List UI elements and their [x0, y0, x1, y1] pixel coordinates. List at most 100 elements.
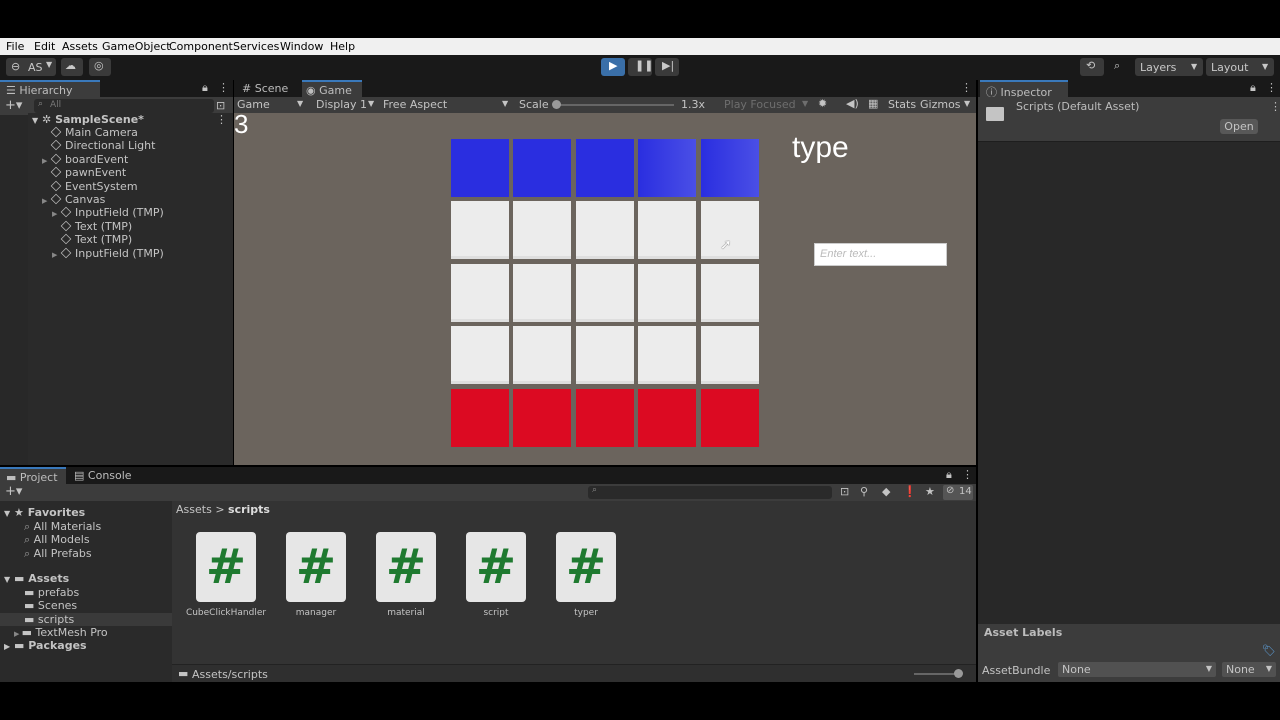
- hierarchy-item[interactable]: ▶ InputField (TMP): [52, 247, 164, 260]
- menu-file[interactable]: File: [6, 40, 24, 53]
- csharp-script-icon[interactable]: #: [286, 532, 346, 602]
- asset-folder-item[interactable]: ▬ prefabs: [0, 586, 172, 599]
- favorite-item[interactable]: ⌕ All Materials: [24, 520, 101, 534]
- csharp-script-icon[interactable]: #: [556, 532, 616, 602]
- csharp-script-icon[interactable]: #: [466, 532, 526, 602]
- script-file-label[interactable]: material: [361, 608, 451, 618]
- aspect-dropdown[interactable]: Free Aspect: [383, 98, 447, 111]
- variant-dropdown[interactable]: None ▼: [1222, 662, 1276, 677]
- warning-filter-icon[interactable]: ❗: [903, 485, 917, 498]
- search-button[interactable]: ⌕: [1108, 58, 1132, 76]
- scale-slider[interactable]: [552, 100, 674, 109]
- favorites-section[interactable]: ▼ ★ Favorites: [4, 506, 85, 519]
- board-cell[interactable]: [451, 263, 509, 322]
- project-search-input[interactable]: ⌕: [588, 485, 832, 499]
- tab-scene[interactable]: # Scene: [238, 80, 302, 97]
- icon-size-slider[interactable]: [914, 669, 963, 678]
- kebab-menu-icon[interactable]: ⋮: [1270, 100, 1280, 113]
- search-by-label-icon[interactable]: ⚲: [860, 485, 868, 498]
- kebab-menu-icon[interactable]: ⋮: [961, 81, 972, 94]
- lock-icon[interactable]: 🔒︎: [1250, 81, 1256, 95]
- board-cell[interactable]: [638, 326, 697, 385]
- asset-folder-item[interactable]: ▬ Scenes: [0, 599, 172, 612]
- tag-icon[interactable]: 🏷︎: [1262, 644, 1276, 657]
- tab-inspector[interactable]: ⓘ Inspector: [980, 80, 1068, 99]
- star-icon[interactable]: ★: [925, 485, 935, 498]
- board-cell[interactable]: [513, 388, 572, 447]
- tab-hierarchy[interactable]: ☰ Hierarchy: [0, 80, 100, 97]
- hierarchy-item[interactable]: ▶ Canvas: [42, 193, 105, 206]
- board-cell[interactable]: [700, 388, 759, 447]
- hierarchy-search-input[interactable]: ⌕ All: [34, 99, 214, 113]
- board-cell[interactable]: [513, 326, 572, 385]
- board-cell[interactable]: [451, 201, 509, 260]
- board-cell[interactable]: [451, 139, 509, 197]
- audio-icon[interactable]: ◀): [846, 97, 859, 110]
- kebab-menu-icon[interactable]: ⋮: [962, 468, 973, 481]
- scene-search-icon[interactable]: ⊡: [216, 99, 225, 112]
- menu-edit[interactable]: Edit: [34, 40, 55, 53]
- board-cell[interactable]: [513, 139, 572, 197]
- menu-assets[interactable]: Assets: [62, 40, 98, 53]
- gizmos-button[interactable]: Gizmos: [920, 98, 961, 111]
- hidden-packages-toggle[interactable]: ⊘ 14: [943, 485, 973, 500]
- play-focused-dropdown[interactable]: Play Focused: [724, 98, 796, 111]
- board-cell[interactable]: [638, 388, 697, 447]
- board-cell[interactable]: [575, 388, 634, 447]
- board-cell[interactable]: [575, 139, 634, 197]
- asset-folder-item[interactable]: ▬ scripts: [0, 612, 172, 626]
- history-button[interactable]: ⟲: [1080, 58, 1104, 76]
- tab-console[interactable]: ▤ Console: [74, 467, 144, 484]
- hierarchy-item[interactable]: ▶ InputField (TMP): [52, 206, 164, 219]
- board-cell[interactable]: [451, 326, 509, 385]
- asset-folder-item[interactable]: ▶ ▬ TextMesh Pro: [0, 626, 172, 639]
- search-by-type-icon[interactable]: ⊡: [840, 485, 849, 498]
- scene-kebab-icon[interactable]: ⋮: [216, 113, 227, 126]
- kebab-menu-icon[interactable]: ⋮: [1266, 81, 1277, 94]
- board-cell[interactable]: [575, 326, 634, 385]
- bug-icon[interactable]: ✹: [818, 97, 827, 110]
- hierarchy-item[interactable]: ▶ boardEvent: [42, 153, 128, 166]
- open-button[interactable]: Open: [1220, 119, 1258, 134]
- collab-button[interactable]: ◎: [89, 58, 111, 76]
- kebab-menu-icon[interactable]: ⋮: [218, 81, 229, 94]
- script-file-label[interactable]: typer: [541, 608, 631, 618]
- cloud-button[interactable]: ☁: [61, 58, 83, 76]
- menu-window[interactable]: Window: [280, 40, 323, 53]
- board-cell[interactable]: [700, 139, 759, 197]
- game-mode-dropdown[interactable]: Game: [237, 98, 270, 111]
- hierarchy-item[interactable]: Text (TMP): [52, 233, 132, 246]
- csharp-script-icon[interactable]: #: [376, 532, 436, 602]
- lock-icon[interactable]: 🔒︎: [202, 81, 208, 95]
- menu-component[interactable]: Component: [169, 40, 233, 53]
- stats-button[interactable]: Stats: [888, 98, 916, 111]
- step-button[interactable]: ▶|: [655, 58, 679, 76]
- favorite-item[interactable]: ⌕ All Prefabs: [24, 547, 92, 561]
- stats-grid-icon[interactable]: ▦: [868, 97, 878, 110]
- breadcrumb-scripts[interactable]: scripts: [228, 503, 270, 516]
- assets-section[interactable]: ▼ ▬ Assets: [4, 572, 69, 585]
- scale-slider-handle[interactable]: [552, 100, 561, 109]
- assetbundle-dropdown[interactable]: None ▼: [1058, 662, 1216, 677]
- board-cell[interactable]: [575, 263, 634, 322]
- pause-button[interactable]: ❚❚: [628, 58, 653, 76]
- account-button[interactable]: ⊖ AS ▼: [6, 58, 56, 76]
- tab-project[interactable]: ▬ Project: [0, 467, 66, 484]
- breadcrumb-assets[interactable]: Assets: [176, 503, 212, 516]
- hierarchy-item[interactable]: Main Camera: [42, 126, 138, 139]
- board-cell[interactable]: [638, 263, 697, 322]
- lock-icon[interactable]: 🔒︎: [946, 468, 952, 482]
- tag-filter-icon[interactable]: ◆: [882, 485, 890, 498]
- board-cell[interactable]: [638, 201, 697, 260]
- favorite-item[interactable]: ⌕ All Models: [24, 533, 90, 547]
- hierarchy-item[interactable]: Directional Light: [42, 139, 155, 152]
- game-view[interactable]: 3 type Enter text... ➚: [234, 113, 976, 465]
- icon-size-slider-handle[interactable]: [954, 669, 963, 678]
- layers-dropdown[interactable]: Layers ▼: [1135, 58, 1203, 76]
- game-text-input[interactable]: Enter text...: [814, 243, 947, 266]
- board-cell[interactable]: [513, 201, 572, 260]
- play-button[interactable]: ▶: [601, 58, 625, 76]
- display-dropdown[interactable]: Display 1: [316, 98, 367, 111]
- script-file-label[interactable]: CubeClickHandler: [181, 608, 271, 618]
- board-cell[interactable]: [700, 326, 759, 385]
